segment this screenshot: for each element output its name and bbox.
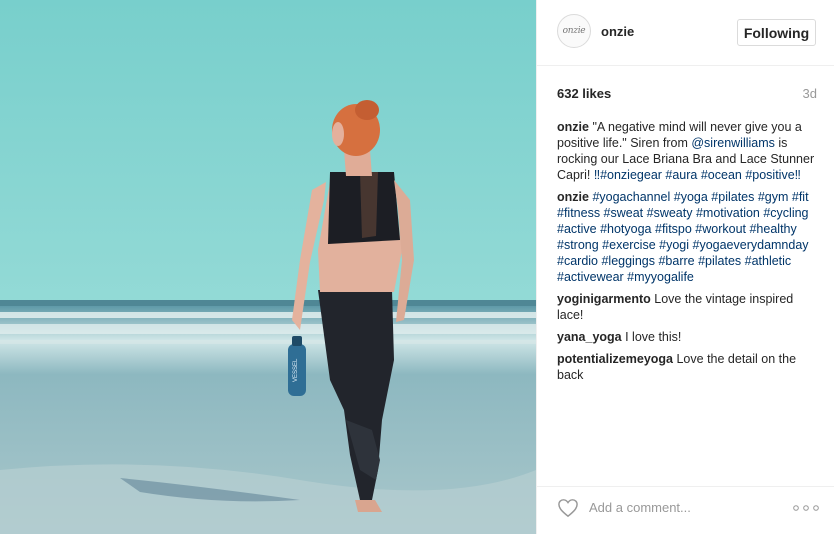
wave-2	[0, 324, 536, 334]
heart-outline-icon[interactable]	[557, 498, 579, 518]
caption-hashtags[interactable]: ‼#onziegear #aura #ocean #positive‼	[594, 168, 801, 182]
hashtag-comment: onzie #yogachannel #yoga #pilates #gym #…	[557, 189, 819, 285]
avatar[interactable]: onzie	[557, 14, 591, 48]
post-sidebar: onzie onzie Following 632 likes 3d onzie…	[536, 0, 834, 534]
comment-text: I love this!	[625, 330, 682, 344]
mention-link[interactable]: @sirenwilliams	[691, 136, 775, 150]
list-item: yoginigarmento Love the vintage inspired…	[557, 291, 819, 323]
comment-author[interactable]: potentializemeyoga	[557, 352, 673, 366]
more-options-icon[interactable]	[793, 505, 819, 511]
likes-row: 632 likes 3d	[557, 86, 817, 104]
avatar-logo: onzie	[562, 26, 586, 36]
instagram-post: VESSEL onzie onzie Following 632 likes 3…	[0, 0, 834, 534]
comment-author[interactable]: yana_yoga	[557, 330, 622, 344]
post-photo[interactable]: VESSEL	[0, 0, 536, 534]
list-item: yana_yoga I love this!	[557, 329, 819, 345]
comment-author[interactable]: onzie	[557, 190, 589, 204]
add-comment-input[interactable]	[589, 500, 789, 515]
wave-3	[0, 340, 536, 344]
list-item: potentializemeyoga Love the detail on th…	[557, 351, 819, 383]
post-time[interactable]: 3d	[803, 86, 817, 101]
comment-footer	[537, 486, 834, 534]
hashtag-list[interactable]: #yogachannel #yoga #pilates #gym #fit #f…	[557, 190, 809, 284]
likes-count[interactable]: 632 likes	[557, 86, 611, 101]
post-header: onzie onzie Following	[537, 0, 834, 66]
comment-author[interactable]: yoginigarmento	[557, 292, 651, 306]
username-link[interactable]: onzie	[601, 24, 634, 39]
caption: onzie "A negative mind will never give y…	[557, 119, 819, 183]
following-button[interactable]: Following	[737, 19, 816, 46]
wave-1	[0, 312, 536, 318]
bottle-label: VESSEL	[293, 358, 299, 382]
beach-photo: VESSEL	[0, 0, 536, 534]
comments-list: onzie "A negative mind will never give y…	[557, 119, 819, 389]
caption-author[interactable]: onzie	[557, 120, 589, 134]
sky	[0, 0, 536, 304]
